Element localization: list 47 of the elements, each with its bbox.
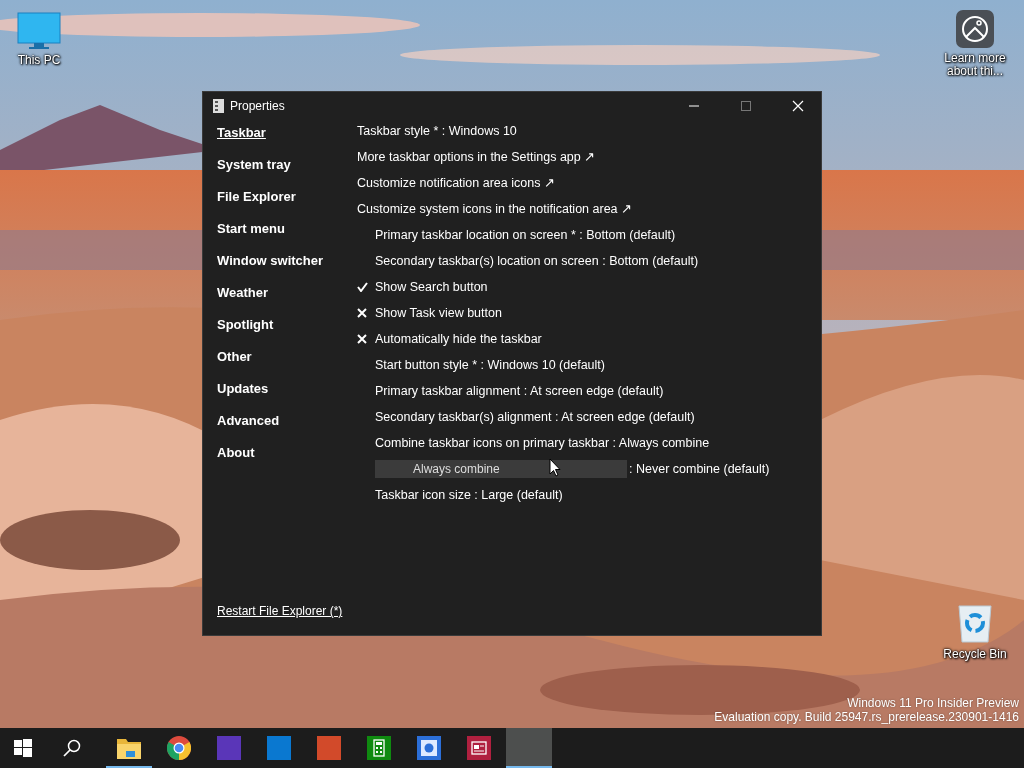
sidebar-item[interactable]: Start menu	[217, 221, 285, 236]
setting-option[interactable]: Show Search button	[375, 280, 488, 295]
setting-option[interactable]: Start button style * : Windows 10 (default)	[375, 358, 605, 373]
settings-link[interactable]: More taskbar options in the Settings app ↗	[357, 150, 596, 165]
recycle-bin-icon	[957, 604, 993, 644]
windows-logo-icon	[14, 739, 32, 757]
drag-preview-text: Always combine	[413, 462, 500, 476]
folder-icon	[117, 737, 141, 759]
sidebar-item[interactable]: Weather	[217, 285, 269, 300]
settings-link[interactable]: Customize notification area icons ↗	[357, 176, 555, 191]
app-tile-icon	[267, 736, 291, 760]
sidebar-item[interactable]: Advanced	[217, 413, 280, 428]
restart-explorer-link[interactable]: Restart File Explorer (*)	[217, 604, 343, 618]
sidebar-item[interactable]: System tray	[217, 157, 291, 172]
app-icon	[213, 98, 224, 113]
sidebar-item[interactable]: Other	[217, 349, 252, 364]
setting-option[interactable]: Secondary taskbar(s) alignment : At screen edge (default)	[375, 410, 695, 425]
browser-icon	[167, 736, 191, 760]
build-info-text: Windows 11 Pro Insider Preview	[847, 696, 1019, 710]
setting-option[interactable]: Combine taskbar icons on primary taskbar : Always combine	[375, 436, 710, 451]
sidebar-item[interactable]: Window switcher	[217, 253, 324, 268]
close-icon	[792, 99, 804, 112]
sidebar-item[interactable]: Updates	[217, 381, 269, 396]
settings-link[interactable]: Customize system icons in the notification area ↗	[357, 202, 632, 217]
maximize-icon	[741, 100, 751, 111]
calculator-icon	[367, 736, 391, 760]
setting-option[interactable]: Taskbar icon size : Large (default)	[375, 488, 563, 503]
app-tile-icon	[217, 736, 241, 760]
setting-option[interactable]: Primary taskbar alignment : At screen edge (default)	[375, 384, 664, 399]
app-tile-icon	[317, 736, 341, 760]
mouse-cursor-icon	[549, 458, 561, 477]
sidebar-item[interactable]: Spotlight	[217, 317, 274, 332]
monitor-icon	[17, 12, 61, 50]
window-title: Properties	[230, 98, 286, 113]
setting-option[interactable]: Secondary taskbar(s) location on screen : Bottom (default)	[375, 254, 699, 269]
news-app-icon	[467, 736, 491, 760]
sidebar-item[interactable]: About	[217, 445, 255, 460]
build-info-text: Evaluation copy. Build 25947.rs_prerelease.230901-1416	[714, 710, 1019, 724]
setting-option[interactable]: : Never combine (default)	[629, 462, 770, 477]
sidebar-item[interactable]: File Explorer	[217, 189, 296, 204]
setting-option[interactable]: Primary taskbar location on screen * : Bottom (default)	[375, 228, 676, 243]
setting-option[interactable]: Automatically hide the taskbar	[375, 332, 542, 347]
sun-app-icon	[417, 736, 441, 760]
search-icon	[63, 739, 81, 757]
setting-option[interactable]: Show Task view button	[375, 306, 502, 321]
setting-option[interactable]: Taskbar style * : Windows 10	[357, 124, 517, 139]
sidebar-item[interactable]: Taskbar	[217, 125, 266, 140]
